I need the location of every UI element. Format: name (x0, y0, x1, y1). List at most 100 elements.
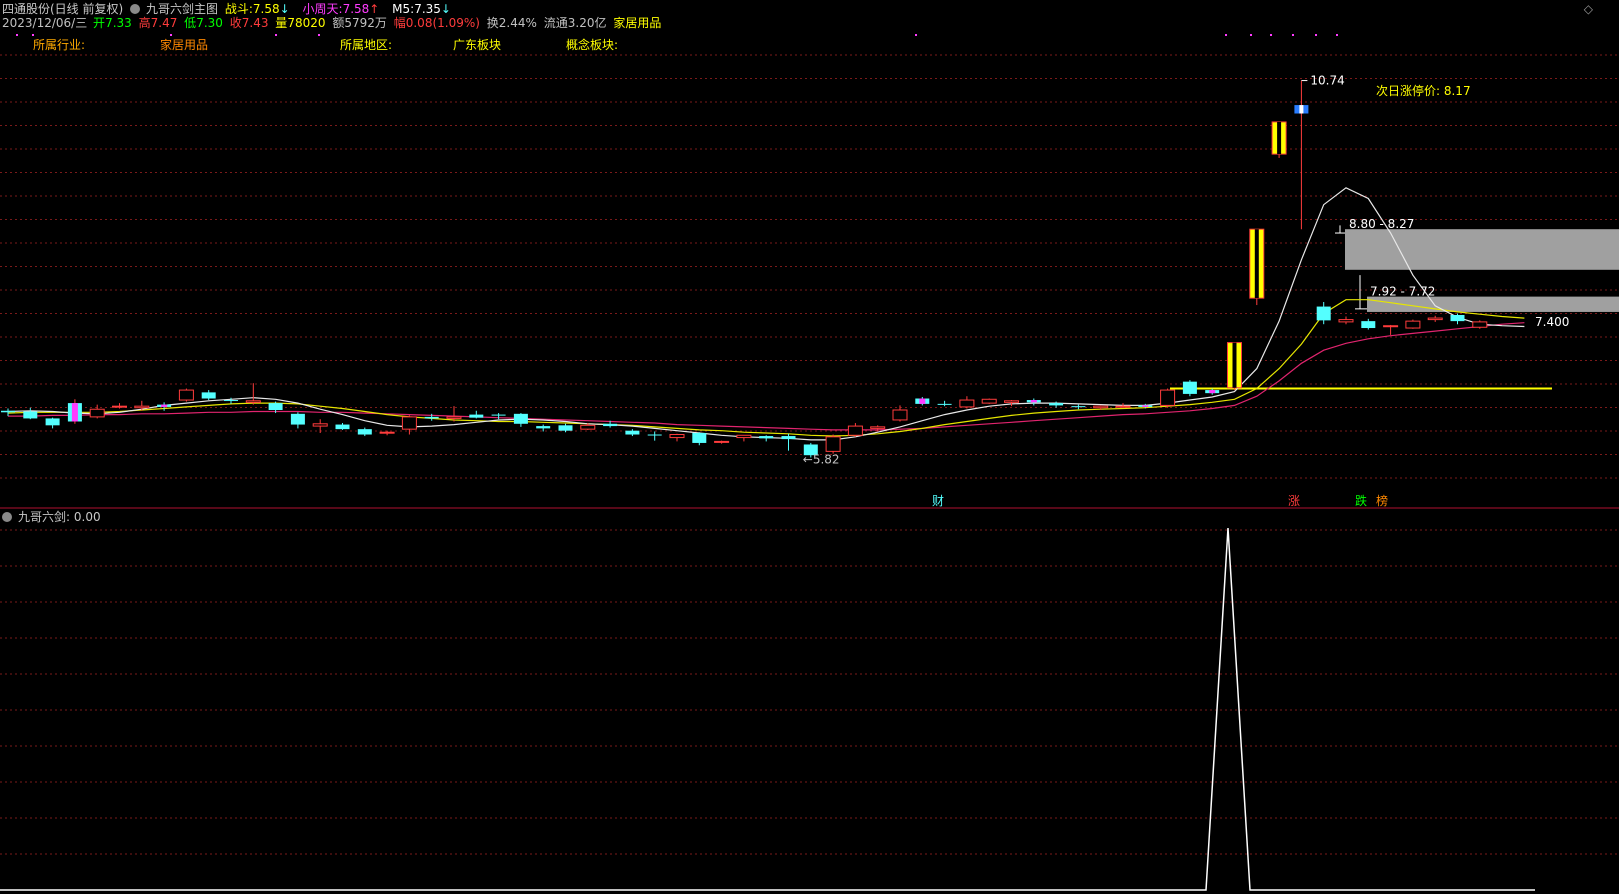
candle (1294, 80, 1309, 230)
candle (23, 407, 38, 420)
candle-body-down (513, 413, 528, 424)
candle-body-up (981, 398, 997, 404)
candle-body-up (178, 389, 194, 401)
candle-body-up (1405, 320, 1421, 329)
candle (1338, 316, 1354, 325)
candle (959, 396, 975, 409)
candle (847, 423, 863, 437)
candle (1, 408, 15, 417)
candle-body-down (335, 424, 350, 430)
candle-body-up (580, 424, 596, 430)
candle-body-up (89, 408, 105, 418)
candle-body-down (1071, 406, 1086, 408)
chart-canvas[interactable]: 10.74 次日涨停价: 8.17 8.80 - 8.27 7.92 - 7.72 7.… (0, 0, 1619, 894)
candle-body-pink (1209, 390, 1216, 394)
marker-dot (1225, 34, 1227, 36)
candle-body-down (201, 392, 216, 399)
sub-grid (0, 529, 1619, 855)
candle-body-up (1383, 325, 1399, 328)
candle-body-up (736, 434, 752, 439)
low-label: ←5.82 (803, 453, 840, 467)
candle (1249, 228, 1265, 306)
candle (647, 431, 662, 441)
candle-body-down (224, 400, 238, 402)
candle (1361, 318, 1376, 330)
candle (825, 434, 841, 454)
candle-body-pink (919, 398, 926, 404)
candle (759, 435, 774, 442)
candle-body-down (558, 425, 573, 431)
peak-label: 10.74 (1310, 74, 1344, 88)
resistance-zone-1 (1345, 229, 1619, 270)
ma-line-yellow (7, 299, 1525, 437)
candle-body-up (1115, 405, 1131, 408)
candle-body-down (469, 414, 484, 418)
candle (67, 399, 82, 424)
candle-body-up (134, 405, 150, 409)
marker-dot (1315, 34, 1317, 36)
candle (937, 400, 952, 407)
marker-dot (32, 34, 34, 36)
marker-dot (1270, 34, 1272, 36)
candle-body-down (937, 403, 952, 405)
candle-body-down (268, 403, 283, 410)
candle (357, 427, 372, 437)
candle (245, 383, 261, 405)
candle-body-down (424, 416, 439, 419)
candle-body-up (379, 431, 395, 434)
indicator-line (0, 527, 1535, 891)
candle (513, 413, 528, 427)
marker-dot (275, 34, 277, 36)
marker-cai: 财 (932, 494, 944, 508)
candle-body-down (1049, 403, 1064, 406)
candle (1071, 404, 1086, 410)
candle-body-up (1160, 389, 1176, 406)
candle (1383, 324, 1399, 335)
marker-dot (170, 34, 172, 36)
marker-dot (318, 34, 320, 36)
candle (469, 410, 484, 419)
candle-body-up (1472, 321, 1488, 328)
candle-body-down (491, 414, 506, 416)
candle-body-up (870, 426, 886, 429)
candle-body-up (245, 400, 261, 403)
ma-line-pink (8, 322, 1525, 431)
candle (1004, 400, 1019, 407)
chart-annotations: 10.74 次日涨停价: 8.17 8.80 - 8.27 7.92 - 7.72 7.… (803, 74, 1570, 508)
marker-dot (1292, 34, 1294, 36)
candle (1271, 121, 1287, 158)
candle (625, 429, 640, 437)
candle-body-up (847, 425, 863, 436)
candle-body-down (1450, 315, 1465, 322)
indicator-lines (0, 527, 1535, 891)
candle (669, 433, 685, 442)
candle (201, 390, 216, 401)
candle (112, 403, 127, 409)
candle (1405, 319, 1421, 329)
marker-dot (1250, 34, 1252, 36)
candle-body-up (401, 416, 417, 430)
candle-body-down (45, 418, 60, 426)
candle-body-down (1361, 321, 1376, 329)
candle (1427, 315, 1443, 322)
candle-body-up (892, 409, 908, 421)
candle (335, 423, 350, 430)
candle-body-down (1316, 306, 1331, 321)
candle-body-pink (1142, 405, 1149, 407)
candle-body-core (1232, 342, 1237, 388)
candle-body-core (1299, 105, 1304, 114)
candle (1026, 398, 1041, 406)
candle (89, 404, 105, 419)
candle (915, 396, 930, 406)
candle-body-up (714, 440, 730, 443)
candle (1472, 320, 1488, 329)
candle (178, 388, 194, 402)
candle-body-down (692, 432, 707, 443)
zone1-label: 8.80 - 8.27 (1349, 217, 1414, 231)
candle (536, 424, 551, 432)
candle-body-up (1004, 400, 1019, 403)
candle-body-down (23, 411, 38, 419)
candle-body-pink (161, 404, 168, 407)
candle-body-up (1427, 317, 1443, 321)
marker-dot (1336, 34, 1338, 36)
